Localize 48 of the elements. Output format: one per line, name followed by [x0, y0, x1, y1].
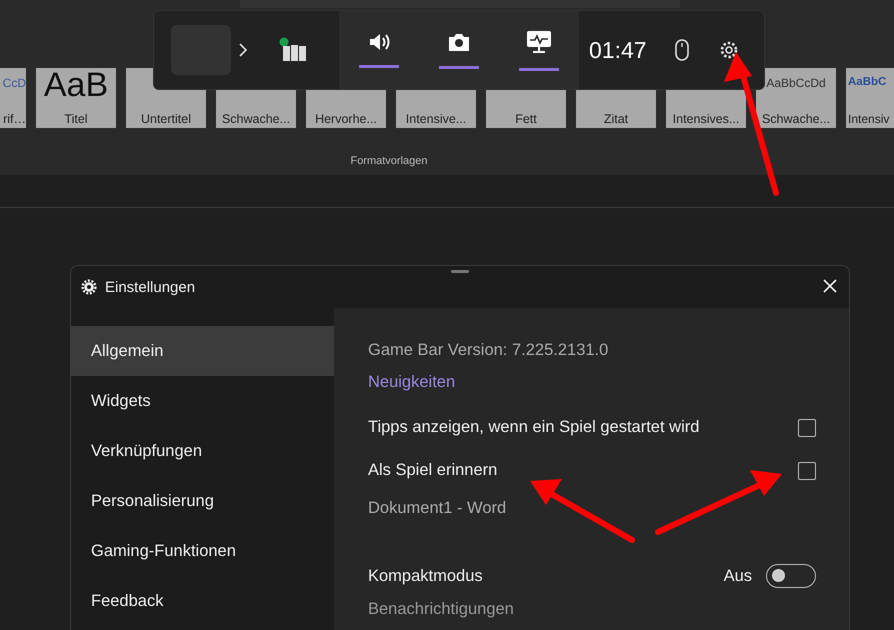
style-label: Titel [64, 112, 88, 128]
checkbox[interactable] [798, 462, 816, 480]
nav-item[interactable]: Allgemein [71, 326, 334, 376]
style-label: Zitat [604, 112, 628, 128]
toggle-state-text: Aus [724, 566, 752, 586]
info-text: Game Bar Version: 7.225.2131.0 [368, 340, 610, 360]
speaker-icon [368, 32, 390, 50]
chevron-icon[interactable] [239, 43, 247, 57]
style-tile[interactable]: AaB Titel [36, 68, 116, 128]
window-title: Einstellungen [105, 278, 196, 296]
style-tile[interactable]: AaBbC Intensiv [846, 68, 894, 128]
toggle-label: Kompaktmodus [368, 566, 484, 586]
drag-handle[interactable] [451, 270, 469, 273]
style-sample: AaBbC [848, 75, 886, 88]
news-link[interactable]: Neuigkeiten [368, 366, 816, 398]
settings-icon[interactable] [718, 40, 739, 60]
style-tile[interactable]: AaBbCcDd Schwache... [756, 68, 836, 128]
info-text: Dokument1 - Word [368, 498, 508, 518]
checkbox-label: Tipps anzeigen, wenn ein Spiel gestartet wird [368, 418, 700, 437]
checkbox-label: Als Spiel erinnern [368, 461, 498, 480]
nav-item[interactable]: Feedback [71, 576, 334, 626]
style-label: Fett [515, 112, 537, 128]
style-label: Intensive... [406, 112, 466, 128]
nav-item[interactable]: Personalisierung [71, 476, 334, 526]
style-label: Intensives... [672, 112, 740, 128]
camera-icon [447, 32, 471, 52]
checkbox[interactable] [798, 418, 816, 436]
style-sample: AaBbCcDd [766, 75, 826, 90]
nav-item[interactable]: Gaming-Funktionen [71, 526, 334, 576]
style-label: Hervorhe... [315, 112, 377, 128]
nav-item[interactable]: Verknüpfungen [71, 426, 334, 476]
settings-icon [81, 279, 97, 295]
mouse-icon[interactable] [674, 39, 689, 61]
style-label: Schwache... [222, 112, 290, 128]
style-label: Intensiv [848, 112, 890, 128]
nav-item[interactable]: Widgets [71, 376, 334, 426]
style-tile[interactable]: CcD rif… [0, 68, 26, 128]
style-label: rif… [3, 112, 26, 128]
style-sample: AaB [44, 68, 108, 102]
widget-menu-icon[interactable] [279, 37, 307, 63]
monitor-pulse-icon [526, 30, 552, 54]
section-heading: Benachrichtigungen [368, 600, 515, 619]
style-label: Schwache... [762, 112, 830, 128]
style-sample: CcD [2, 75, 26, 90]
style-label: Untertitel [140, 112, 192, 128]
group-label: Formatvorlagen [350, 155, 428, 167]
clock-text: 01:47 [589, 36, 647, 64]
toggle-switch[interactable] [766, 564, 816, 588]
